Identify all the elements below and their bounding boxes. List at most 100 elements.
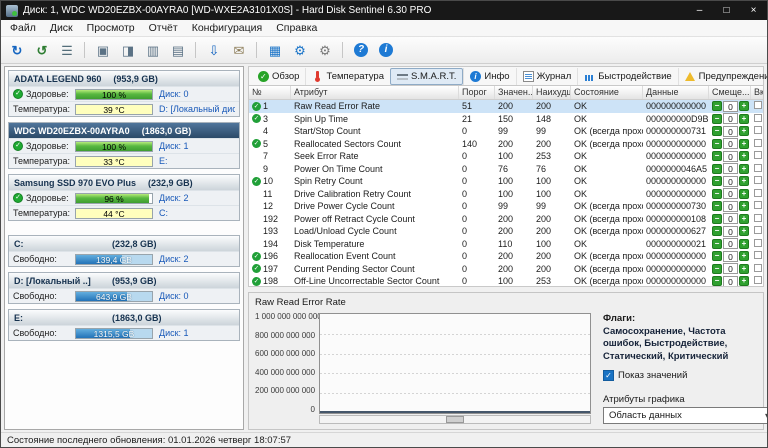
offset-increase-button[interactable]: + bbox=[739, 189, 749, 199]
menu-item[interactable]: Справка bbox=[269, 22, 324, 34]
email-report-icon[interactable]: ✉ bbox=[227, 38, 251, 62]
offset-value[interactable]: 0 bbox=[723, 151, 738, 162]
tab-overview[interactable]: Обзор bbox=[252, 68, 305, 85]
maximize-button[interactable]: □ bbox=[713, 1, 740, 20]
column-header-data[interactable]: Данные bbox=[643, 86, 709, 99]
tab-log[interactable]: Журнал bbox=[516, 68, 578, 85]
column-header-threshold[interactable]: Порог bbox=[459, 86, 495, 99]
smart-table-row[interactable]: ✓ 193 Load/Unload Cycle Count 0 200 200 … bbox=[249, 225, 763, 238]
disk-scan-icon[interactable]: ◨ bbox=[116, 38, 140, 62]
offset-increase-button[interactable]: + bbox=[739, 239, 749, 249]
show-values-checkbox[interactable]: ✓ bbox=[603, 370, 614, 381]
offset-decrease-button[interactable]: − bbox=[712, 151, 722, 161]
offset-increase-button[interactable]: + bbox=[739, 139, 749, 149]
offset-increase-button[interactable]: + bbox=[739, 114, 749, 124]
offset-value[interactable]: 0 bbox=[723, 201, 738, 212]
attribute-enable-checkbox[interactable] bbox=[754, 126, 762, 134]
offset-decrease-button[interactable]: − bbox=[712, 251, 722, 261]
column-header-enabled[interactable]: Вкл bbox=[751, 86, 764, 99]
offset-decrease-button[interactable]: − bbox=[712, 114, 722, 124]
report-icon[interactable]: ☰ bbox=[55, 38, 79, 62]
smart-table-row[interactable]: ✓ 10 Spin Retry Count 0 100 100 OK 00000… bbox=[249, 175, 763, 188]
offset-value[interactable]: 0 bbox=[723, 263, 738, 274]
offset-decrease-button[interactable]: − bbox=[712, 101, 722, 111]
volume-list-item[interactable]: E: (1863,0 GB) Свободно: 1315,5 GB Диск:… bbox=[8, 309, 240, 341]
smart-table-row[interactable]: ✓ 198 Off-Line Uncorrectable Sector Coun… bbox=[249, 275, 763, 286]
smart-table-row[interactable]: ✓ 197 Current Pending Sector Count 0 200… bbox=[249, 263, 763, 276]
offset-increase-button[interactable]: + bbox=[739, 276, 749, 286]
attribute-enable-checkbox[interactable] bbox=[754, 251, 762, 259]
refresh-icon[interactable]: ↻ bbox=[5, 38, 29, 62]
smart-table-row[interactable]: ✓ 194 Disk Temperature 0 110 100 OK 0000… bbox=[249, 238, 763, 251]
graph-attributes-select[interactable]: Область данных ▾ bbox=[603, 407, 768, 424]
offset-increase-button[interactable]: + bbox=[739, 176, 749, 186]
offset-increase-button[interactable]: + bbox=[739, 164, 749, 174]
disk-list-item[interactable]: WDC WD20EZBX-00AYRA0 (1863,0 GB) ✓ Здоро… bbox=[8, 122, 240, 169]
offset-decrease-button[interactable]: − bbox=[712, 126, 722, 136]
disk-list-item[interactable]: ADATA LEGEND 960 (953,9 GB) ✓ Здоровье: … bbox=[8, 70, 240, 117]
offset-decrease-button[interactable]: − bbox=[712, 201, 722, 211]
attribute-enable-checkbox[interactable] bbox=[754, 139, 762, 147]
attribute-enable-checkbox[interactable] bbox=[754, 239, 762, 247]
offset-increase-button[interactable]: + bbox=[739, 126, 749, 136]
rescan-disks-icon[interactable]: ↺ bbox=[30, 38, 54, 62]
disk-details-icon[interactable]: ▤ bbox=[166, 38, 190, 62]
offset-decrease-button[interactable]: − bbox=[712, 164, 722, 174]
offset-increase-button[interactable]: + bbox=[739, 214, 749, 224]
offset-value[interactable]: 0 bbox=[723, 163, 738, 174]
smart-table-row[interactable]: ✓ 196 Reallocation Event Count 0 200 200… bbox=[249, 250, 763, 263]
disk-list-item[interactable]: Samsung SSD 970 EVO Plus (232,9 GB) ✓ Зд… bbox=[8, 174, 240, 221]
offset-increase-button[interactable]: + bbox=[739, 201, 749, 211]
offset-value[interactable]: 0 bbox=[723, 213, 738, 224]
attribute-enable-checkbox[interactable] bbox=[754, 201, 762, 209]
tab-smart[interactable]: S.M.A.R.T. bbox=[390, 68, 463, 85]
offset-decrease-button[interactable]: − bbox=[712, 189, 722, 199]
column-header-number[interactable]: № bbox=[249, 86, 291, 99]
attribute-enable-checkbox[interactable] bbox=[754, 214, 762, 222]
offset-value[interactable]: 0 bbox=[723, 101, 738, 112]
info-icon[interactable]: i bbox=[374, 38, 398, 62]
smart-table-row[interactable]: ✓ 7 Seek Error Rate 0 100 253 OK 0000000… bbox=[249, 150, 763, 163]
column-header-attribute[interactable]: Атрибут bbox=[291, 86, 459, 99]
offset-value[interactable]: 0 bbox=[723, 226, 738, 237]
offset-value[interactable]: 0 bbox=[723, 276, 738, 286]
attribute-enable-checkbox[interactable] bbox=[754, 264, 762, 272]
offset-decrease-button[interactable]: − bbox=[712, 239, 722, 249]
disk-repair-icon[interactable]: ▥ bbox=[141, 38, 165, 62]
close-button[interactable]: × bbox=[740, 1, 767, 20]
offset-decrease-button[interactable]: − bbox=[712, 226, 722, 236]
offset-increase-button[interactable]: + bbox=[739, 251, 749, 261]
column-header-worst[interactable]: Наихудш... bbox=[533, 86, 571, 99]
chart-scrollbar-thumb[interactable] bbox=[446, 416, 464, 423]
chart-scrollbar[interactable] bbox=[319, 415, 591, 424]
offset-value[interactable]: 0 bbox=[723, 126, 738, 137]
menu-item[interactable]: Диск bbox=[43, 22, 80, 34]
tab-alerts[interactable]: Предупреждения bbox=[678, 68, 768, 85]
volume-list-item[interactable]: C: (232,8 GB) Свободно: 139,4 GB Диск: 2 bbox=[8, 235, 240, 267]
menu-item[interactable]: Отчёт bbox=[142, 22, 185, 34]
offset-decrease-button[interactable]: − bbox=[712, 276, 722, 286]
help-icon[interactable]: ? bbox=[349, 38, 373, 62]
tab-temperature[interactable]: Температура bbox=[305, 68, 390, 85]
column-header-status[interactable]: Состояние bbox=[571, 86, 643, 99]
offset-value[interactable]: 0 bbox=[723, 188, 738, 199]
smart-table-row[interactable]: ✓ 192 Power off Retract Cycle Count 0 20… bbox=[249, 213, 763, 226]
offset-increase-button[interactable]: + bbox=[739, 151, 749, 161]
tab-info[interactable]: Инфо bbox=[463, 68, 515, 85]
preferences-icon[interactable]: ⚙ bbox=[313, 38, 337, 62]
smart-table-row[interactable]: ✓ 5 Reallocated Sectors Count 140 200 20… bbox=[249, 138, 763, 151]
offset-value[interactable]: 0 bbox=[723, 138, 738, 149]
offset-decrease-button[interactable]: − bbox=[712, 214, 722, 224]
tab-performance[interactable]: Быстродействие bbox=[577, 68, 677, 85]
status-panel-icon[interactable]: ▦ bbox=[263, 38, 287, 62]
settings-icon[interactable]: ⚙ bbox=[288, 38, 312, 62]
attribute-enable-checkbox[interactable] bbox=[754, 151, 762, 159]
column-header-value[interactable]: Значен... bbox=[495, 86, 533, 99]
offset-value[interactable]: 0 bbox=[723, 238, 738, 249]
smart-table-row[interactable]: ✓ 4 Start/Stop Count 0 99 99 OK (всегда … bbox=[249, 125, 763, 138]
attribute-enable-checkbox[interactable] bbox=[754, 276, 762, 284]
offset-increase-button[interactable]: + bbox=[739, 101, 749, 111]
smart-table-row[interactable]: ✓ 12 Drive Power Cycle Count 0 99 99 OK … bbox=[249, 200, 763, 213]
show-values-toggle[interactable]: ✓ Показ значений bbox=[603, 370, 757, 381]
offset-decrease-button[interactable]: − bbox=[712, 264, 722, 274]
